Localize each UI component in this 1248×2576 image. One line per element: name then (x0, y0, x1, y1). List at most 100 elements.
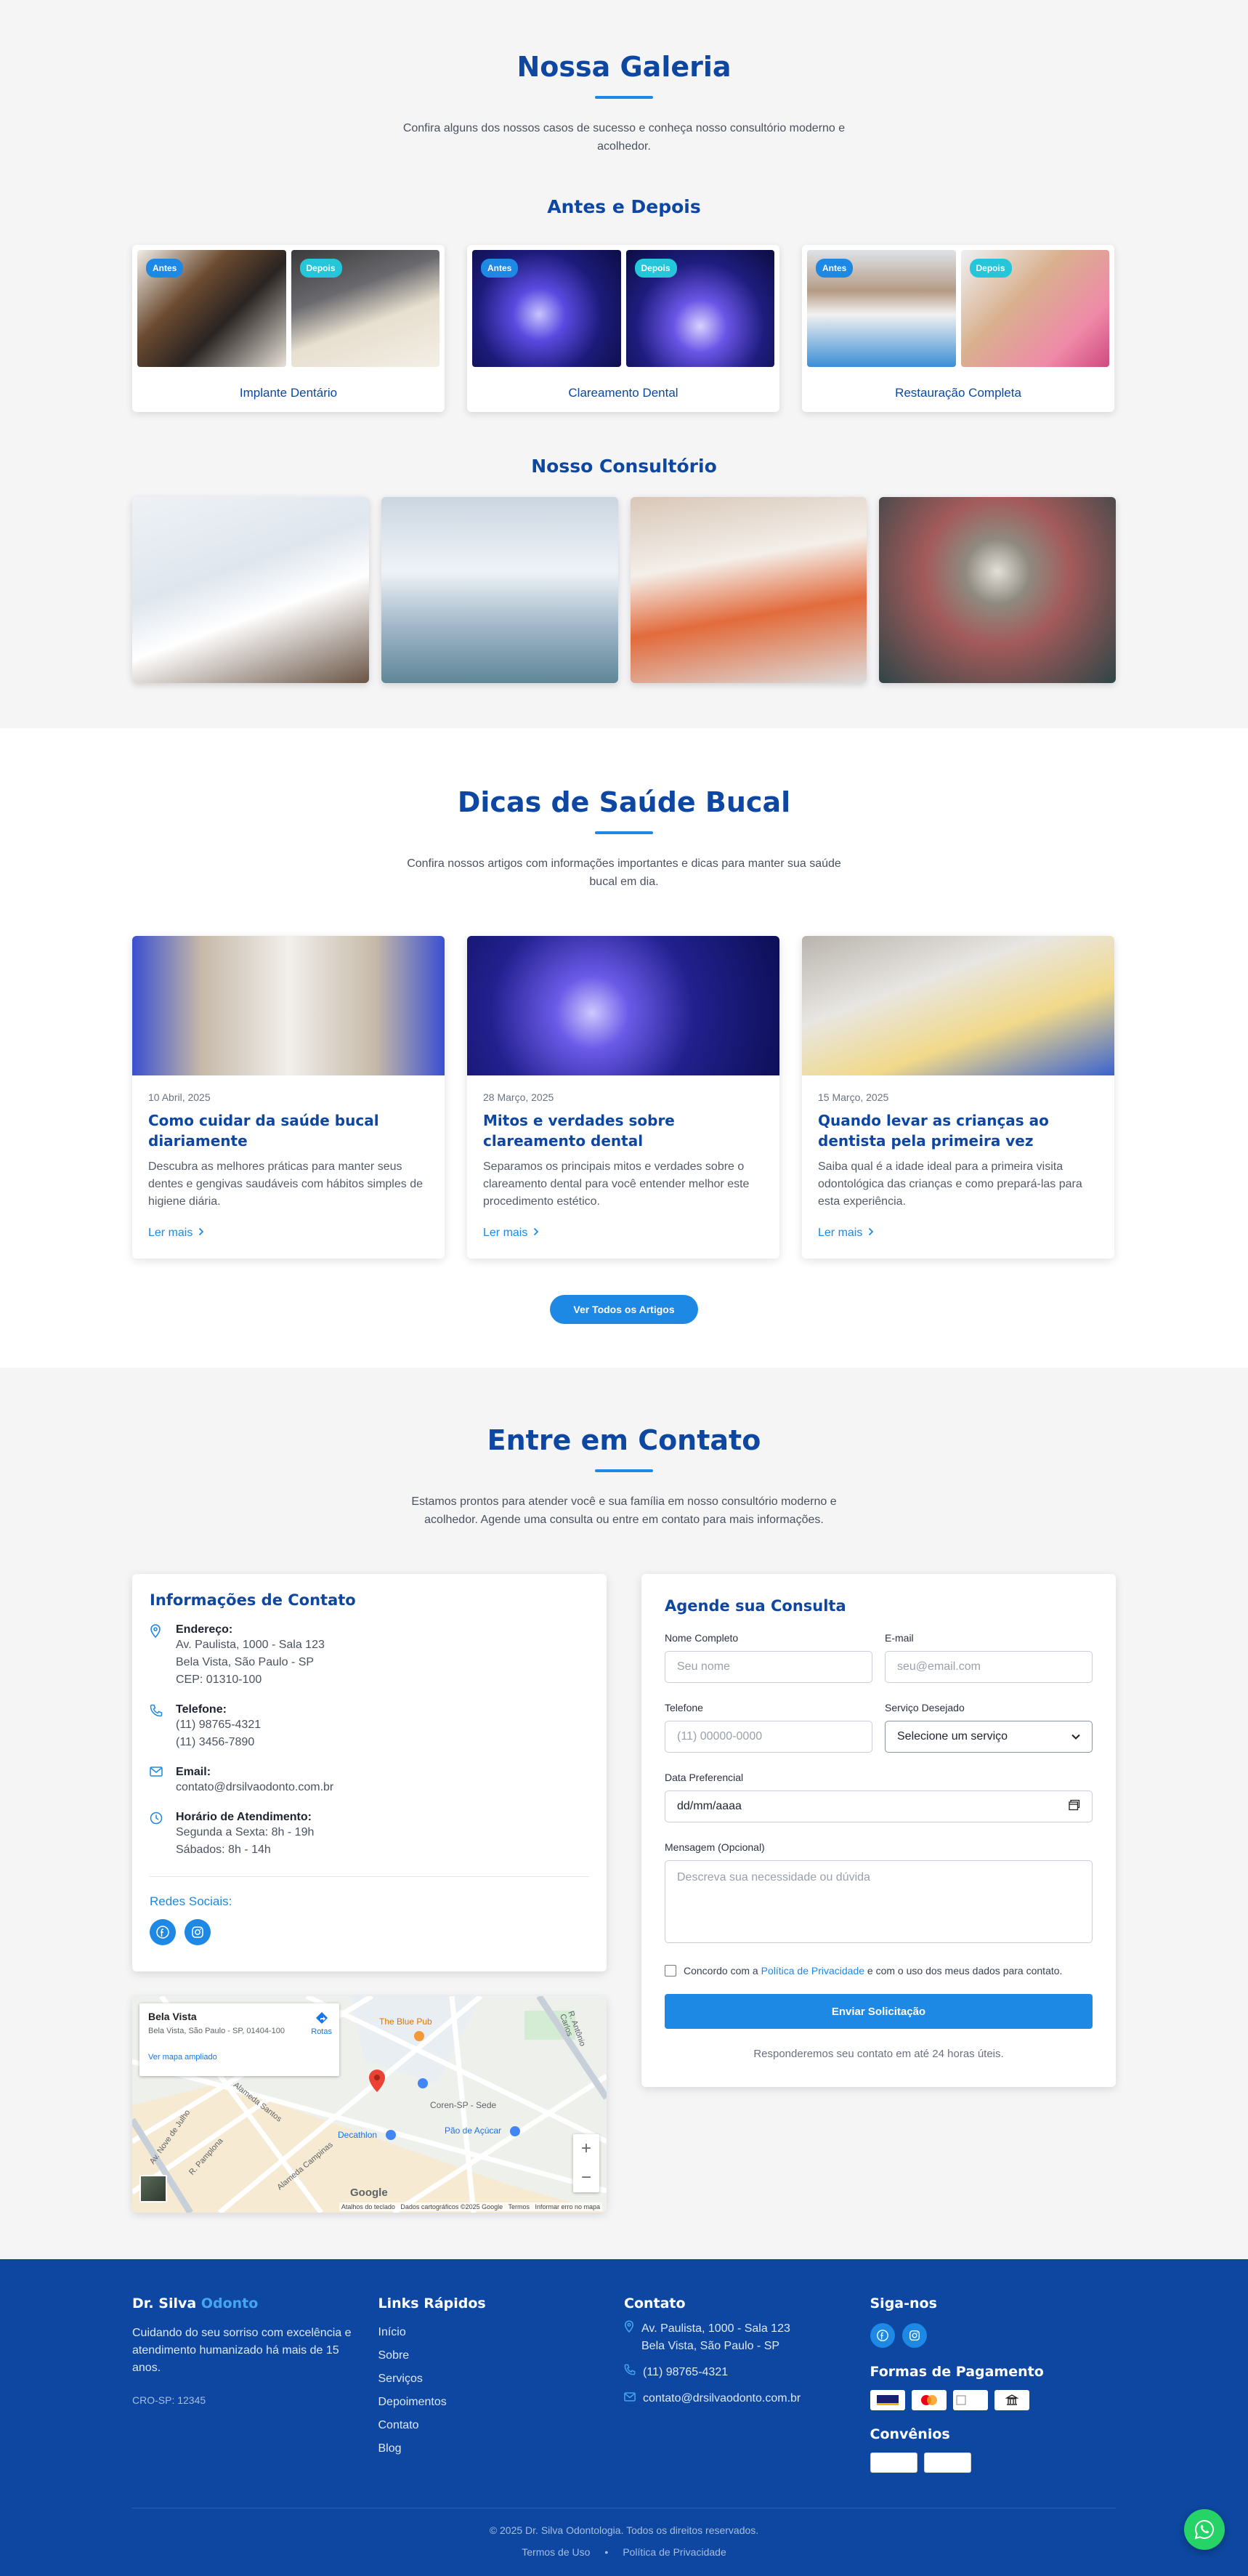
office-title: Nosso Consultório (531, 456, 717, 477)
service-select-value: Selecione um serviço (897, 1730, 1008, 1743)
footer-link-contato[interactable]: Contato (378, 2418, 625, 2434)
blog-title: Dicas de Saúde Bucal (457, 786, 791, 818)
footer-brand[interactable]: Dr. Silva Odonto (132, 2296, 378, 2311)
whatsapp-icon[interactable] (1184, 2509, 1225, 2550)
phone-label: Telefone: (176, 1703, 227, 1716)
map-pin-icon (624, 2320, 634, 2355)
badge-before: Antes (481, 259, 519, 278)
blog-card[interactable]: 28 Março, 2025 Mitos e verdades sobre cl… (467, 936, 779, 1259)
read-more-label: Ler mais (818, 1227, 863, 1239)
zoom-out-button[interactable]: − (573, 2163, 599, 2192)
map-place-address: Bela Vista, São Paulo - SP, 01404-100 (148, 2027, 285, 2035)
footer-brand-name: Dr. Silva (132, 2296, 197, 2311)
footer-link-sobre[interactable]: Sobre (378, 2348, 625, 2364)
instagram-icon[interactable] (901, 2323, 927, 2348)
gallery-subtitle: Confira alguns dos nossos casos de suces… (402, 122, 846, 153)
blog-card[interactable]: 15 Março, 2025 Quando levar as crianças … (802, 936, 1114, 1259)
contact-section: Entre em Contato Estamos prontos para at… (0, 1368, 1248, 2259)
read-more-link[interactable]: Ler mais (148, 1227, 204, 1240)
facebook-icon[interactable] (870, 2323, 895, 2348)
terms-link[interactable]: Termos de Uso (522, 2546, 590, 2558)
submit-button[interactable]: Enviar Solicitação (665, 1994, 1093, 2029)
zoom-in-button[interactable]: + (573, 2134, 599, 2163)
footer-link-inicio[interactable]: Início (378, 2325, 625, 2341)
footer-link-blog[interactable]: Blog (378, 2441, 625, 2457)
footer-phone[interactable]: (11) 98765-4321 (624, 2364, 870, 2381)
mastercard-icon (911, 2390, 947, 2410)
name-input[interactable]: Seu nome (665, 1651, 872, 1683)
after-image: Depois (960, 250, 1109, 367)
read-more-label: Ler mais (483, 1227, 528, 1239)
blog-card[interactable]: 10 Abril, 2025 Como cuidar da saúde buca… (132, 936, 445, 1259)
directions-icon (315, 2012, 329, 2027)
blog-title[interactable]: Como cuidar da saúde bucal diariamente (148, 1110, 429, 1151)
calendar-icon[interactable] (1069, 1799, 1080, 1814)
before-after-title: Antes e Depois (547, 196, 701, 217)
blog-date: 15 Março, 2025 (818, 1091, 889, 1103)
map-layer-thumb[interactable] (139, 2175, 167, 2202)
consent-row: Concordo com a Política de Privacidade e… (665, 1965, 1093, 1977)
phone-value[interactable]: (11) 98765-4321 (176, 1716, 261, 1734)
date-input[interactable]: dd/mm/aaaa (665, 1790, 1093, 1822)
badge-after: Depois (634, 259, 677, 278)
office-gallery (132, 497, 1116, 683)
date-label: Data Preferencial (665, 1772, 744, 1783)
all-articles-button[interactable]: Ver Todos os Artigos (550, 1295, 698, 1324)
email-input[interactable]: seu@email.com (885, 1651, 1093, 1683)
message-textarea[interactable]: Descreva sua necessidade ou dúvida (665, 1860, 1093, 1943)
google-map[interactable]: Bela Vista Bela Vista, São Paulo - SP, 0… (132, 1996, 607, 2213)
footer-phone-value: (11) 98765-4321 (643, 2366, 729, 2378)
email-value[interactable]: contato@drsilvaodonto.com.br (176, 1779, 333, 1796)
name-label: Nome Completo (665, 1632, 739, 1644)
before-after-card[interactable]: Antes Depois Restauração Completa (802, 245, 1114, 412)
email-item: Email: contato@drsilvaodonto.com.br (150, 1766, 589, 1796)
service-label: Serviço Desejado (885, 1702, 965, 1713)
address-line: Bela Vista, São Paulo - SP (176, 1656, 315, 1668)
office-photo[interactable] (381, 497, 618, 683)
blog-title[interactable]: Quando levar as crianças ao dentista pel… (818, 1110, 1098, 1151)
read-more-link[interactable]: Ler mais (818, 1227, 874, 1240)
appointment-form: Agende sua Consulta Nome Completo Seu no… (641, 1574, 1116, 2087)
office-photo[interactable] (879, 497, 1116, 683)
instagram-icon[interactable] (185, 1919, 211, 1945)
blog-image (802, 936, 1114, 1075)
read-more-label: Ler mais (148, 1227, 193, 1239)
footer-email-value: contato@drsilvaodonto.com.br (643, 2392, 801, 2405)
privacy-policy-link[interactable]: Política de Privacidade (761, 1965, 864, 1977)
service-select[interactable]: Selecione um serviço (885, 1721, 1093, 1753)
phone-value[interactable]: (11) 3456-7890 (176, 1734, 261, 1751)
hours-line: Sábados: 8h - 14h (176, 1844, 271, 1856)
map-larger-link[interactable]: Ver mapa ampliado (148, 2053, 331, 2062)
map-attribution: Atalhos do teclado Dados cartográficos ©… (339, 2202, 602, 2211)
footer-link-servicos[interactable]: Serviços (378, 2371, 625, 2387)
phone-input[interactable]: (11) 00000-0000 (665, 1721, 872, 1753)
consent-checkbox[interactable] (665, 1965, 676, 1977)
map-poi-label: Pão de Açúcar (445, 2125, 502, 2136)
blog-list: 10 Abril, 2025 Como cuidar da saúde buca… (132, 936, 1116, 1259)
privacy-link[interactable]: Política de Privacidade (623, 2546, 726, 2558)
insurance-title: Convênios (870, 2426, 950, 2442)
before-after-card[interactable]: Antes Depois Clareamento Dental (467, 245, 779, 412)
read-more-link[interactable]: Ler mais (483, 1227, 539, 1240)
footer-link-depoimentos[interactable]: Depoimentos (378, 2394, 625, 2410)
office-photo[interactable] (132, 497, 369, 683)
blog-title[interactable]: Mitos e verdades sobre clareamento denta… (483, 1110, 763, 1151)
case-label: Clareamento Dental (568, 386, 678, 400)
blog-date: 10 Abril, 2025 (148, 1091, 211, 1103)
map-directions[interactable]: Rotas (311, 2011, 332, 2036)
office-photo[interactable] (630, 497, 867, 683)
case-label: Implante Dentário (239, 386, 338, 400)
phone-icon (150, 1703, 166, 1751)
address-line: Av. Paulista, 1000 - Sala 123 (176, 1639, 325, 1651)
map-zoom-controls: + − (573, 2134, 599, 2192)
footer-address-line: Bela Vista, São Paulo - SP (641, 2340, 780, 2352)
map-poi-label: Coren-SP - Sede (430, 2100, 497, 2110)
email-label: Email: (176, 1766, 211, 1778)
consent-text-pre: Concordo com a (684, 1965, 758, 1977)
facebook-icon[interactable] (150, 1919, 176, 1945)
before-after-card[interactable]: Antes Depois Implante Dentário (132, 245, 445, 412)
footer-brand-accent: Odonto (200, 2296, 259, 2311)
footer-email[interactable]: contato@drsilvaodonto.com.br (624, 2390, 870, 2407)
social-title: Redes Sociais: (150, 1894, 232, 1908)
badge-before: Antes (146, 259, 184, 278)
